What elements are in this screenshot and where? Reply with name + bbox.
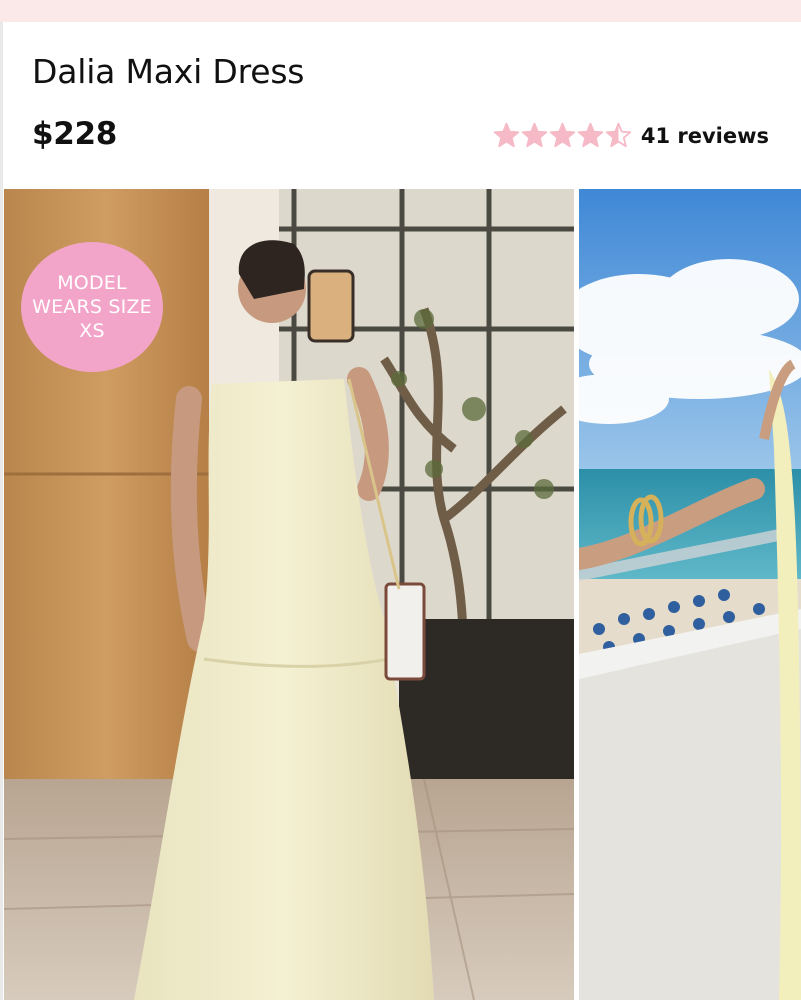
star-icon — [493, 122, 520, 148]
product-image-gallery[interactable]: MODEL WEARS SIZE XS — [4, 189, 801, 1000]
product-photo-1[interactable]: MODEL WEARS SIZE XS — [4, 189, 574, 1000]
top-banner-strip — [0, 0, 801, 22]
page-edge — [0, 22, 3, 1000]
product-price: $228 — [32, 116, 118, 152]
model-size-badge: MODEL WEARS SIZE XS — [21, 242, 163, 372]
product-title: Dalia Maxi Dress — [32, 52, 305, 91]
product-photo-model-balcony — [579, 189, 801, 1000]
product-rating[interactable]: 41 reviews — [493, 122, 769, 149]
star-icon — [605, 122, 632, 148]
star-icon — [577, 122, 604, 148]
model-size-badge-text: MODEL WEARS SIZE XS — [32, 272, 152, 342]
star-icon — [549, 122, 576, 148]
star-icon — [521, 122, 548, 148]
product-photo-2[interactable] — [579, 189, 801, 1000]
star-rating — [493, 122, 633, 149]
reviews-link[interactable]: 41 reviews — [641, 124, 769, 148]
